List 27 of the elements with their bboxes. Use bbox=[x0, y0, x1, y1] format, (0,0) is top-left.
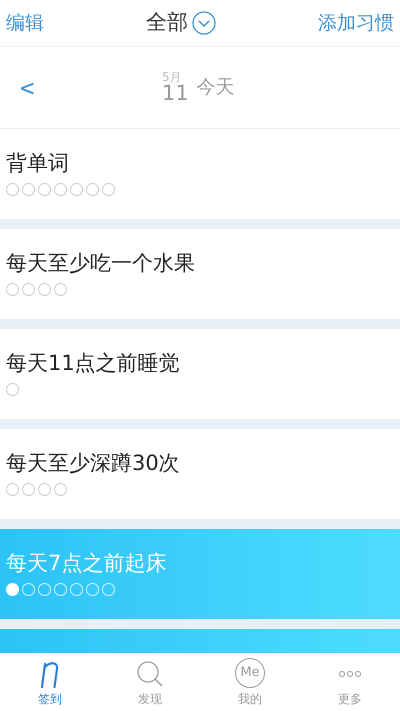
add-habit-button[interactable]: 添加习惯 bbox=[318, 8, 394, 38]
chevron-down-icon bbox=[192, 11, 216, 35]
tab-bar-item[interactable]: 更多 bbox=[300, 653, 400, 711]
habit-card[interactable]: 每天11点之前睡觉 bbox=[0, 329, 400, 419]
month-label: 5月 bbox=[162, 71, 182, 83]
arch-icon bbox=[39, 660, 61, 688]
habit-card[interactable]: 背单词 bbox=[0, 129, 400, 219]
habit-name: 每天11点之前睡觉 bbox=[6, 350, 181, 377]
back-button[interactable]: < bbox=[20, 70, 34, 106]
tab-bar-item[interactable]: 签到 bbox=[0, 653, 100, 711]
tab-bar-item[interactable]: 发现 bbox=[100, 653, 200, 711]
habit-name: 每天至少吃一个水果 bbox=[6, 250, 196, 277]
more-icon bbox=[338, 670, 362, 678]
today-label: 今天 bbox=[196, 75, 235, 100]
habit-name: 背单词 bbox=[6, 150, 70, 177]
profile-icon: Me bbox=[235, 658, 265, 688]
tab-bar-item[interactable]: Me 我的 bbox=[200, 653, 300, 711]
habit-card[interactable] bbox=[0, 629, 400, 653]
filter-dropdown[interactable]: 全部 bbox=[146, 7, 216, 39]
habit-name: 每天至少深蹲30次 bbox=[6, 450, 181, 477]
habit-card[interactable]: 每天至少吃一个水果 bbox=[0, 229, 400, 319]
day-label: 11 bbox=[162, 83, 189, 104]
habit-name: 每天7点之前起床 bbox=[6, 550, 168, 577]
search-icon bbox=[136, 660, 164, 688]
habit-card[interactable]: 每天7点之前起床 bbox=[0, 529, 400, 619]
habit-card[interactable]: 每天至少深蹲30次 bbox=[0, 429, 400, 519]
edit-button[interactable]: 编辑 bbox=[6, 8, 44, 38]
